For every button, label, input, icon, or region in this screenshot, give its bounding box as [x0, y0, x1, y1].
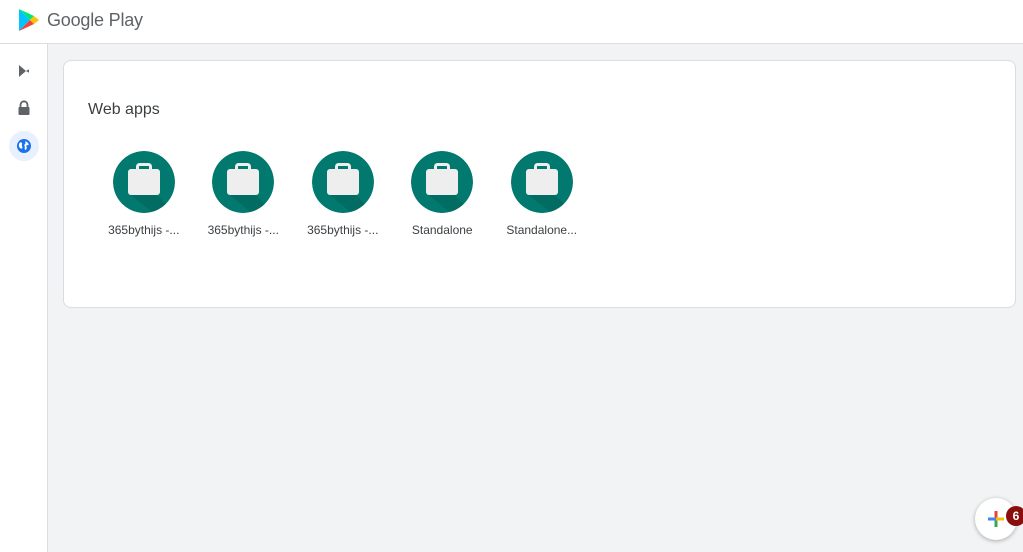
section-title: Web apps — [88, 101, 160, 118]
web-app-item[interactable]: 365bythijs -... — [94, 151, 194, 237]
web-app-item[interactable]: 365bythijs -... — [194, 151, 294, 237]
brand-name: Google Play — [47, 9, 143, 30]
web-apps-card: Web apps 365bythijs -... 365bythijs -...… — [63, 60, 1016, 308]
briefcase-icon — [411, 151, 474, 213]
briefcase-icon — [212, 151, 275, 213]
web-app-label: 365bythijs -... — [108, 223, 180, 237]
play-store-icon — [19, 65, 29, 77]
briefcase-icon — [311, 151, 374, 213]
side-nav — [0, 44, 48, 552]
briefcase-icon — [510, 151, 573, 213]
google-play-logo-icon — [19, 9, 39, 31]
briefcase-icon — [112, 151, 175, 213]
web-app-label: 365bythijs -... — [307, 223, 379, 237]
notification-badge: 6 — [1006, 506, 1023, 526]
web-app-label: Standalone — [411, 223, 473, 237]
nav-play-store[interactable] — [9, 56, 39, 86]
web-app-label: 365bythijs -... — [207, 223, 279, 237]
web-apps-list: 365bythijs -... 365bythijs -... 365bythi… — [94, 151, 592, 237]
google-play-logo[interactable]: Google Play — [18, 8, 143, 32]
nav-web-apps[interactable] — [9, 131, 39, 161]
web-app-item[interactable]: 365bythijs -... — [293, 151, 393, 237]
globe-icon — [17, 139, 31, 153]
web-app-label: Standalone... — [506, 223, 578, 237]
main-content: Web apps 365bythijs -... 365bythijs -...… — [48, 44, 1023, 552]
plus-icon — [988, 511, 1004, 527]
nav-private-apps[interactable] — [9, 93, 39, 123]
web-app-item[interactable]: Standalone — [393, 151, 493, 237]
lock-icon — [18, 100, 30, 115]
web-app-item[interactable]: Standalone... — [492, 151, 592, 237]
top-app-bar: Google Play — [0, 0, 1023, 44]
